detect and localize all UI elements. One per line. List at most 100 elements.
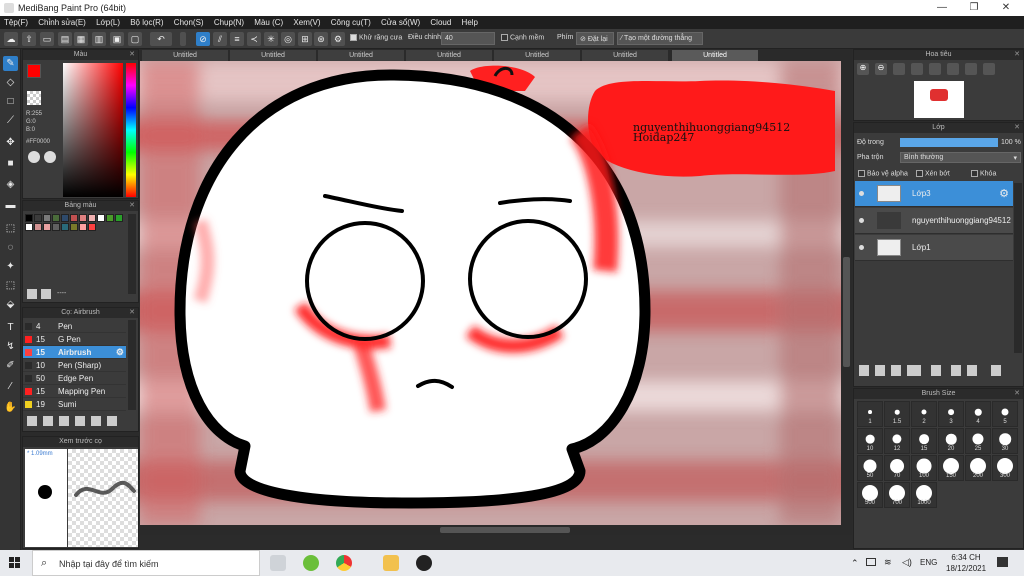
palette-scrollbar[interactable] [128,214,136,294]
divide-tool-icon[interactable]: ↯ [3,339,18,354]
layer-row-selected[interactable]: Lớp3 ⚙ [855,181,1013,207]
brush-list-scrollbar[interactable] [128,320,136,410]
new-layer-icon[interactable] [859,365,869,376]
rotate-left-icon[interactable] [929,63,941,75]
straight-line-button[interactable]: ⁄ Tạo một đường thẳng [617,32,703,45]
brush-size-option[interactable]: 5 [992,401,1018,427]
panel-icon[interactable]: ▥ [92,32,106,46]
delete-palette-icon[interactable] [41,289,51,299]
clipping-checkbox[interactable] [916,170,923,177]
battery-icon[interactable] [866,558,876,566]
adjust-input[interactable]: 40 [441,32,495,45]
gear-icon[interactable]: ⚙ [999,187,1009,200]
menu-filter[interactable]: Bộ lọc(R) [126,16,167,27]
handle-icon[interactable] [180,32,186,46]
brush-item[interactable]: 19 Sumi [23,398,126,411]
language-indicator[interactable]: ENG [920,558,937,567]
layer-row[interactable]: Lớp1 [855,235,1013,261]
palette-swatch[interactable] [79,214,87,222]
gradient-tool-icon[interactable]: ▬ [3,198,18,213]
brush-size-option[interactable]: 300 [992,455,1018,481]
horizontal-scroll-thumb[interactable] [440,527,570,533]
palette-swatch[interactable] [79,223,87,231]
palette-swatch[interactable] [70,214,78,222]
lock-checkbox[interactable] [971,170,978,177]
chevron-up-icon[interactable]: ⌃ [851,558,859,569]
brush-item-selected[interactable]: 15 Airbrush ⚙ [23,346,126,359]
palette-swatch[interactable] [25,214,33,222]
eye-icon[interactable] [859,218,864,223]
palette-swatch[interactable] [61,223,69,231]
brush-size-option[interactable]: 2 [911,401,937,427]
medibang-icon[interactable] [416,555,432,571]
hue-slider[interactable] [126,63,136,197]
smooth-checkbox[interactable] [501,34,508,41]
close-icon[interactable]: ✕ [1014,50,1020,60]
tab-untitled[interactable]: Untitled [406,50,492,61]
canvas-vertical-scrollbar[interactable] [841,61,852,525]
folder-icon[interactable] [931,365,941,376]
eraser-tool-icon[interactable]: ◇ [3,75,18,90]
blend-mode-select[interactable]: Bình thường ▾ [900,152,1021,163]
undo-icon[interactable]: ↶ [150,32,172,46]
canvas-horizontal-scrollbar[interactable] [140,525,852,535]
bucket-tool-icon[interactable]: ◈ [3,177,18,192]
brush-item[interactable]: 10 Pen (Sharp) [23,359,126,372]
brush-size-option[interactable]: 1.5 [884,401,910,427]
fit-icon[interactable] [893,63,905,75]
hand-tool-icon[interactable]: ✋ [3,400,18,415]
vanish-snap-icon[interactable]: ≺ [247,32,261,46]
menu-window[interactable]: Cửa sổ(W) [377,16,424,27]
palette-swatch[interactable] [52,223,60,231]
layer-list-scrollbar[interactable] [1014,183,1022,353]
palette-swatch[interactable] [97,214,105,222]
chrome-icon[interactable] [336,555,352,571]
move-tool-icon[interactable]: ✥ [3,135,18,150]
protect-alpha-checkbox[interactable] [858,170,865,177]
file-explorer-icon[interactable] [383,555,399,571]
palette-swatch[interactable] [88,214,96,222]
text-tool-icon[interactable]: T [3,320,18,335]
flip-icon[interactable] [983,63,995,75]
windows-start-icon[interactable] [9,557,21,569]
parallel-snap-icon[interactable]: ⫽ [213,32,227,46]
select-eraser-icon[interactable]: ⬙ [3,297,18,312]
rotate-right-icon[interactable] [965,63,977,75]
menu-color[interactable]: Màu (C) [250,16,287,27]
share-icon[interactable]: ⇧ [22,32,36,46]
eye-icon[interactable] [859,245,864,250]
palette-swatch[interactable] [34,223,42,231]
tab-untitled[interactable]: Untitled [230,50,316,61]
close-icon[interactable]: ✕ [129,50,135,60]
tab-untitled[interactable]: Untitled [494,50,580,61]
palette-swatch[interactable] [52,214,60,222]
minimize-button[interactable]: — [926,0,958,16]
menu-file[interactable]: Tệp(F) [0,16,32,27]
layer-row[interactable]: nguyenthihuonggiang94512 [855,208,1013,234]
brush-item[interactable]: 4 Pen [23,320,126,333]
brush-size-option[interactable]: 150 [938,455,964,481]
palette-swatch[interactable] [61,214,69,222]
new-8bit-layer-icon[interactable] [891,365,901,376]
navigator-thumbnail[interactable] [914,81,964,118]
close-icon[interactable]: ✕ [129,201,135,211]
zoom-out-icon[interactable]: ⊖ [875,63,887,75]
vertical-scroll-thumb[interactable] [843,257,850,367]
cross-snap-icon[interactable]: ≡ [230,32,244,46]
delete-brush-icon[interactable] [59,416,69,426]
menu-select[interactable]: Chọn(S) [170,16,208,27]
brush-size-option[interactable]: 12 [884,428,910,454]
brush-size-option[interactable]: 3 [938,401,964,427]
notification-icon[interactable] [997,557,1008,567]
comment-icon[interactable]: ▭ [40,32,54,46]
menu-tools[interactable]: Công cụ(T) [327,16,375,27]
maximize-button[interactable]: ❐ [958,0,990,16]
magic-wand-icon[interactable]: ✦ [3,259,18,274]
close-icon[interactable]: ✕ [129,308,135,318]
new-halftone-layer-icon[interactable] [875,365,885,376]
brush-size-option[interactable]: 10 [857,428,883,454]
task-view-icon[interactable] [270,555,286,571]
saturation-value-picker[interactable] [63,63,123,197]
taskbar-search-box[interactable]: ⌕ Nhập tại đây để tìm kiếm [32,550,260,576]
brush-size-option[interactable]: 4 [965,401,991,427]
